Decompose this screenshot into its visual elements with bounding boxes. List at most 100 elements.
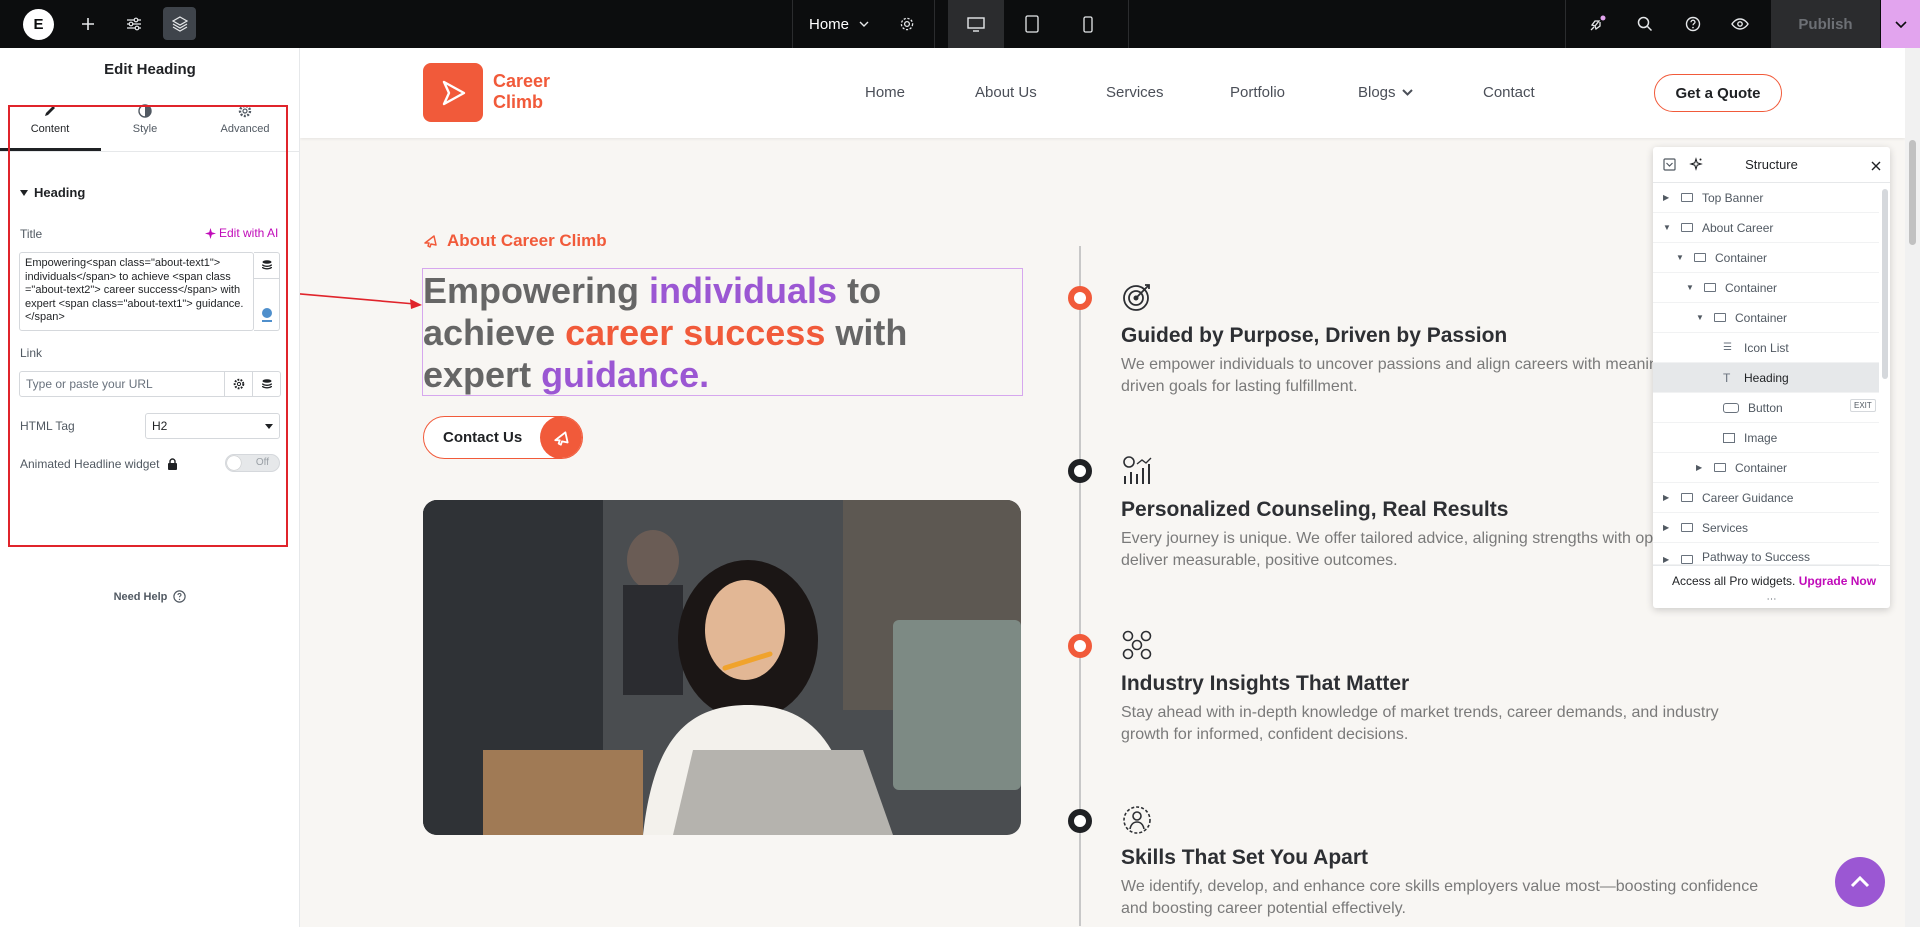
tab-style[interactable]: Style [95,104,195,152]
gear-icon [233,378,244,390]
feature-title: Guided by Purpose, Driven by Passion [1121,324,1508,347]
structure-item[interactable]: ▶ Services [1653,513,1879,543]
megaphone-icon [540,417,582,458]
structure-item[interactable]: Button [1653,393,1879,423]
whats-new-button[interactable] [1582,0,1612,48]
toggle-state-label: Off [255,457,269,468]
search-button[interactable] [1630,0,1660,48]
page-scrollbar[interactable] [1905,48,1920,927]
caret-down-icon: ▼ [1676,253,1684,262]
caret-right-icon: ▶ [1663,193,1670,202]
title-textarea[interactable]: Empowering<span class="about-text1"> ind… [19,252,254,331]
nav-home[interactable]: Home [865,84,905,101]
scroll-to-top-button[interactable] [1835,857,1885,907]
woman-with-laptop-photo [423,500,1021,835]
database-icon [261,260,272,270]
nav-contact[interactable]: Contact [1483,84,1535,101]
edit-with-ai-button[interactable]: Edit with AI [205,226,278,240]
site-name[interactable]: Career Climb [493,71,550,113]
growth-chart-icon [1120,453,1154,487]
structure-item[interactable]: ▼ Container [1653,243,1879,273]
title-label: Title [20,227,43,241]
structure-item[interactable]: ▶ Top Banner [1653,183,1879,213]
page-name: Home [809,15,850,33]
structure-title: Structure [1745,157,1798,172]
desktop-view-button[interactable] [948,0,1004,48]
structure-item[interactable]: ▶ Pathway to Success [1653,543,1879,565]
need-help-link[interactable]: Need Help [0,590,300,603]
caret-right-icon: ▶ [1663,523,1670,532]
site-logo[interactable] [423,63,483,122]
about-image[interactable] [423,500,1021,835]
link-url-input[interactable] [19,371,225,397]
structure-item[interactable]: ☰ Icon List [1653,333,1879,363]
elementor-logo-button[interactable]: E [23,9,54,40]
link-options-button[interactable] [225,371,253,397]
section-heading-toggle[interactable]: Heading [20,185,85,200]
nav-portfolio[interactable]: Portfolio [1230,84,1285,101]
publish-options-button[interactable] [1881,0,1920,48]
dynamic-tags-button[interactable] [254,253,279,279]
structure-scrollbar[interactable] [1882,189,1888,379]
container-icon [1681,523,1693,532]
panel-title: Edit Heading [104,61,196,78]
close-structure-button[interactable] [1871,158,1881,176]
image-widget-icon [1723,432,1735,443]
contact-us-button[interactable]: Contact Us [423,416,583,459]
sliders-icon [127,17,141,31]
toolbar-divider [1128,0,1129,48]
search-icon [1637,16,1653,32]
tab-content[interactable]: Content [0,104,100,152]
feature-description: Stay ahead with in-depth knowledge of ma… [1121,704,1719,743]
structure-layers-button[interactable] [163,7,196,40]
publish-button[interactable]: Publish [1771,0,1880,48]
tab-advanced[interactable]: Advanced [195,104,295,152]
edit-with-ai-label: Edit with AI [219,226,279,240]
caret-right-icon: ▶ [1663,555,1670,564]
grammarly-icon[interactable] [259,305,275,328]
upgrade-now-link[interactable]: Upgrade Now [1799,574,1876,588]
structure-panel: Structure ▶ Top Banner ▼ About Career ▼ Con… [1653,147,1890,608]
page-settings-button[interactable] [892,0,922,48]
html-tag-select[interactable]: H2 [145,413,280,439]
close-icon [1871,161,1881,171]
caret-down-icon [20,189,28,196]
mobile-view-button[interactable] [1060,0,1116,48]
structure-item[interactable]: ▶ Career Guidance [1653,483,1879,513]
nav-blogs[interactable]: Blogs [1358,84,1413,101]
page-selector[interactable]: Home [809,0,869,48]
add-element-button[interactable] [72,0,104,48]
structure-header: Structure [1653,147,1890,183]
resize-handle[interactable]: ⋯ [1653,594,1890,605]
about-heading[interactable]: Empowering individuals to achieve career… [423,270,1023,396]
feature-description: We identify, develop, and enhance core s… [1121,878,1759,917]
scrollbar-thumb[interactable] [1909,140,1916,245]
get-a-quote-button[interactable]: Get a Quote [1654,74,1782,112]
toggle-knob [227,456,241,470]
structure-item[interactable]: ▼ About Career [1653,213,1879,243]
container-icon [1714,463,1726,472]
feature-title: Industry Insights That Matter [1121,672,1410,695]
structure-item[interactable]: ▼ Container [1653,273,1879,303]
structure-item-label: Image [1744,430,1778,445]
html-tag-label: HTML Tag [20,419,75,433]
structure-item[interactable]: Image [1653,423,1879,453]
nav-about-us[interactable]: About Us [975,84,1037,101]
play-arrow-logo-icon [442,80,466,105]
site-settings-button[interactable] [118,0,150,48]
structure-item-selected[interactable]: T Heading [1653,363,1879,393]
container-icon [1681,555,1693,564]
tablet-view-button[interactable] [1004,0,1060,48]
pencil-icon [45,106,55,116]
help-button[interactable] [1678,0,1708,48]
structure-item-label: Heading [1744,370,1789,385]
megaphone-icon [424,235,437,248]
caret-right-icon: ▶ [1663,493,1670,502]
preview-button[interactable] [1725,0,1755,48]
structure-item[interactable]: ▶ Container [1653,453,1879,483]
nav-services[interactable]: Services [1106,84,1164,101]
link-dynamic-tags-button[interactable] [253,371,281,397]
container-icon [1704,283,1716,292]
animated-headline-toggle[interactable]: Off [225,454,280,472]
structure-item[interactable]: ▼ Container [1653,303,1879,333]
